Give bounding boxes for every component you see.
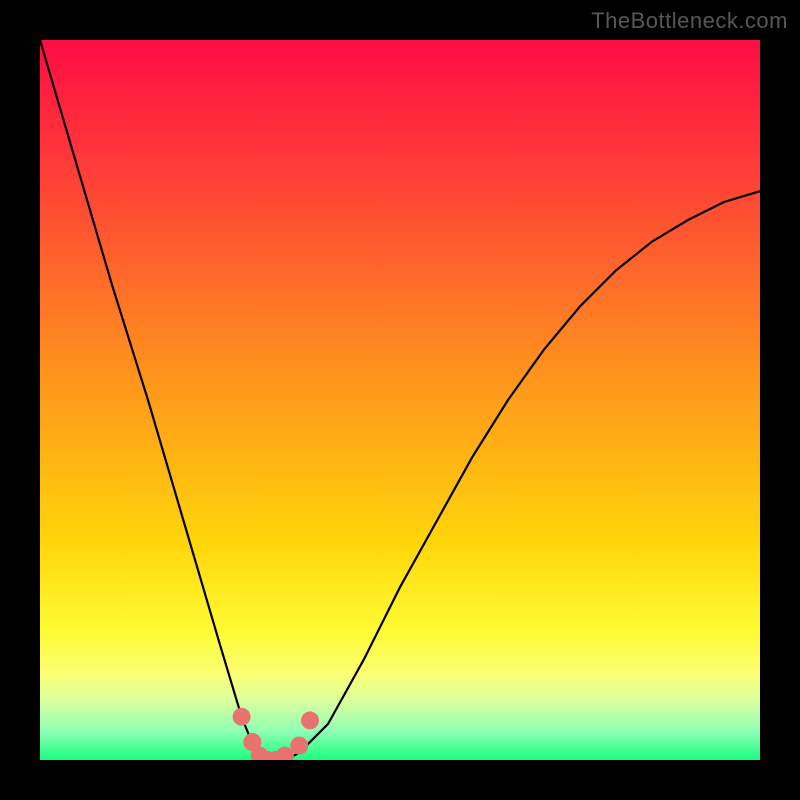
plot-area <box>40 40 760 760</box>
marker-dot <box>301 711 319 729</box>
watermark-text: TheBottleneck.com <box>591 8 788 34</box>
marker-dot <box>233 708 251 726</box>
bottleneck-chart <box>40 40 760 760</box>
marker-dot <box>290 737 308 755</box>
